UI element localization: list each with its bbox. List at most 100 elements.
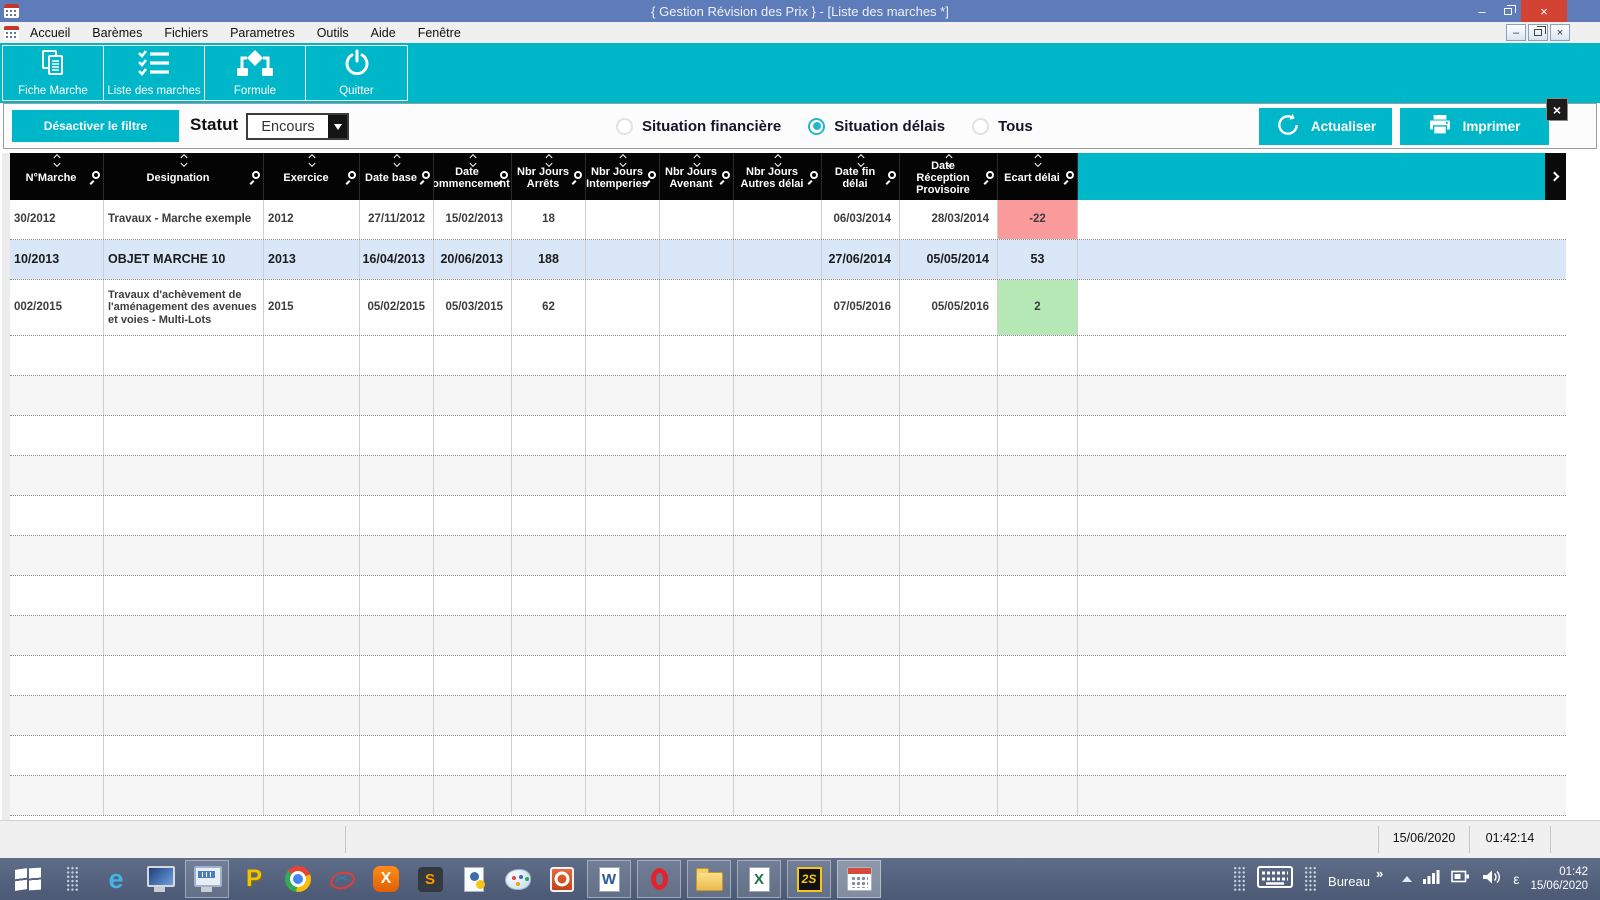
sort-indicator[interactable] xyxy=(694,155,699,167)
hdr-date-commencement[interactable]: Date Commencement xyxy=(434,153,512,200)
hdr-date-reception-provisoire[interactable]: Date Réception Provisoire xyxy=(900,153,998,200)
restore-button[interactable] xyxy=(1495,0,1521,22)
excel-icon[interactable]: X xyxy=(737,860,781,898)
radio-situation-financiere[interactable]: Situation financière xyxy=(616,118,781,135)
hdr-nbr-jours-avenant[interactable]: Nbr Jours Avenant xyxy=(660,153,734,200)
formule-button[interactable]: Formule xyxy=(205,46,306,100)
mdi-close-button[interactable]: × xyxy=(1550,24,1570,41)
hdr-exercice[interactable]: Exercice xyxy=(264,153,360,200)
disable-filter-button[interactable]: Désactiver le filtre xyxy=(12,110,179,142)
language-indicator[interactable]: ε xyxy=(1513,871,1519,887)
search-icon[interactable] xyxy=(348,171,356,179)
hdr-nbr-jours-intemperies[interactable]: Nbr Jours Intemperies xyxy=(586,153,660,200)
table-row-empty[interactable] xyxy=(10,616,1566,656)
table-row-empty[interactable] xyxy=(10,776,1566,816)
hdr-nbr-jours-arrets[interactable]: Nbr Jours Arrêts xyxy=(512,153,586,200)
publisher-icon[interactable]: P xyxy=(235,860,273,898)
volume-icon[interactable] xyxy=(1481,869,1502,890)
menu-outils[interactable]: Outils xyxy=(306,26,360,40)
sort-indicator[interactable] xyxy=(1035,155,1040,167)
hdr-date-base[interactable]: Date base xyxy=(360,153,434,200)
close-button[interactable]: × xyxy=(1521,0,1567,22)
menu-accueil[interactable]: Accueil xyxy=(19,26,81,40)
close-filter-button[interactable]: × xyxy=(1546,98,1568,121)
table-row[interactable]: 30/2012 Travaux - Marche exemple 2012 27… xyxy=(10,200,1566,240)
touch-keyboard-icon[interactable] xyxy=(1257,866,1293,893)
word-icon[interactable]: W xyxy=(587,860,631,898)
search-icon[interactable] xyxy=(722,171,730,179)
hdr-date-fin-delai[interactable]: Date fin délai xyxy=(822,153,900,200)
table-row-empty[interactable] xyxy=(10,656,1566,696)
table-row-empty[interactable] xyxy=(10,376,1566,416)
mdi-restore-button[interactable] xyxy=(1528,24,1548,41)
sort-indicator[interactable] xyxy=(946,155,951,167)
search-icon[interactable] xyxy=(500,171,508,179)
sort-indicator[interactable] xyxy=(546,155,551,167)
refresh-button[interactable]: Actualiser xyxy=(1259,108,1392,145)
sort-indicator[interactable] xyxy=(394,155,399,167)
quitter-button[interactable]: Quitter xyxy=(306,46,407,100)
table-row-empty[interactable] xyxy=(10,696,1566,736)
sort-indicator[interactable] xyxy=(775,155,780,167)
tray-grip[interactable] xyxy=(1304,866,1317,892)
radio-circle-icon[interactable] xyxy=(972,118,989,135)
sort-indicator[interactable] xyxy=(54,155,59,167)
file-explorer-icon[interactable] xyxy=(687,860,731,898)
fiche-marche-button[interactable]: Fiche Marche xyxy=(3,46,104,100)
table-row-empty[interactable] xyxy=(10,736,1566,776)
snipping-tool-icon[interactable]: ✂ xyxy=(323,860,361,898)
opera-icon[interactable] xyxy=(637,860,681,898)
powerpoint-icon[interactable] xyxy=(543,860,581,898)
sort-indicator[interactable] xyxy=(620,155,625,167)
internet-explorer-icon[interactable]: e xyxy=(97,860,135,898)
search-icon[interactable] xyxy=(810,171,818,179)
menu-baremes[interactable]: Barèmes xyxy=(81,26,153,40)
sort-indicator[interactable] xyxy=(309,155,314,167)
table-row[interactable]: 002/2015 Travaux d'achèvement de l'aména… xyxy=(10,280,1566,336)
print-button[interactable]: Imprimer xyxy=(1400,108,1549,145)
search-icon[interactable] xyxy=(888,171,896,179)
search-icon[interactable] xyxy=(252,171,260,179)
menu-aide[interactable]: Aide xyxy=(360,26,407,40)
chevron-down-icon[interactable] xyxy=(328,115,347,138)
search-icon[interactable] xyxy=(1066,171,1074,179)
a2s-app-icon[interactable]: 2S xyxy=(787,860,831,898)
tray-grip[interactable] xyxy=(1233,866,1246,892)
table-row-empty[interactable] xyxy=(10,576,1566,616)
on-screen-keyboard-icon[interactable] xyxy=(185,860,229,898)
hdr-n-marche[interactable]: N°Marche xyxy=(10,153,104,200)
minimize-button[interactable]: – xyxy=(1469,0,1495,22)
radio-circle-icon[interactable] xyxy=(808,118,825,135)
menu-parametres[interactable]: Parametres xyxy=(219,26,306,40)
network-signal-icon[interactable] xyxy=(1423,870,1440,889)
desktop-toolbar-label[interactable]: Bureau xyxy=(1328,874,1370,889)
sort-indicator[interactable] xyxy=(181,155,186,167)
start-button[interactable] xyxy=(9,860,47,898)
statut-select[interactable]: Encours xyxy=(246,113,349,140)
table-row-empty[interactable] xyxy=(10,336,1566,376)
search-icon[interactable] xyxy=(986,171,994,179)
battery-icon[interactable] xyxy=(1451,870,1470,888)
liste-des-marches-button[interactable]: Liste des marches xyxy=(104,46,205,100)
mdi-minimize-button[interactable]: – xyxy=(1506,24,1526,41)
radio-tous[interactable]: Tous xyxy=(972,118,1033,135)
table-row-empty[interactable] xyxy=(10,536,1566,576)
table-row-empty[interactable] xyxy=(10,416,1566,456)
show-hidden-icons-button[interactable] xyxy=(1402,876,1412,882)
scroll-right-button[interactable] xyxy=(1545,153,1566,200)
menu-fichiers[interactable]: Fichiers xyxy=(153,26,219,40)
remote-desktop-icon[interactable] xyxy=(141,860,179,898)
hdr-ecart-delai[interactable]: Ecart délai xyxy=(998,153,1078,200)
xampp-icon[interactable]: X xyxy=(367,860,405,898)
calendar-app-icon[interactable] xyxy=(837,860,881,898)
search-icon[interactable] xyxy=(574,171,582,179)
table-row-selected[interactable]: 10/2013 OBJET MARCHE 10 2013 16/04/2013 … xyxy=(10,240,1566,280)
radio-circle-icon[interactable] xyxy=(616,118,633,135)
table-row-empty[interactable] xyxy=(10,496,1566,536)
toolbar-expand-chevrons[interactable]: » xyxy=(1376,866,1383,881)
taskbar-grip[interactable] xyxy=(53,860,91,898)
table-row-empty[interactable] xyxy=(10,456,1566,496)
search-icon[interactable] xyxy=(92,171,100,179)
menu-fenetre[interactable]: Fenêtre xyxy=(407,26,472,40)
paint-icon[interactable] xyxy=(499,860,537,898)
